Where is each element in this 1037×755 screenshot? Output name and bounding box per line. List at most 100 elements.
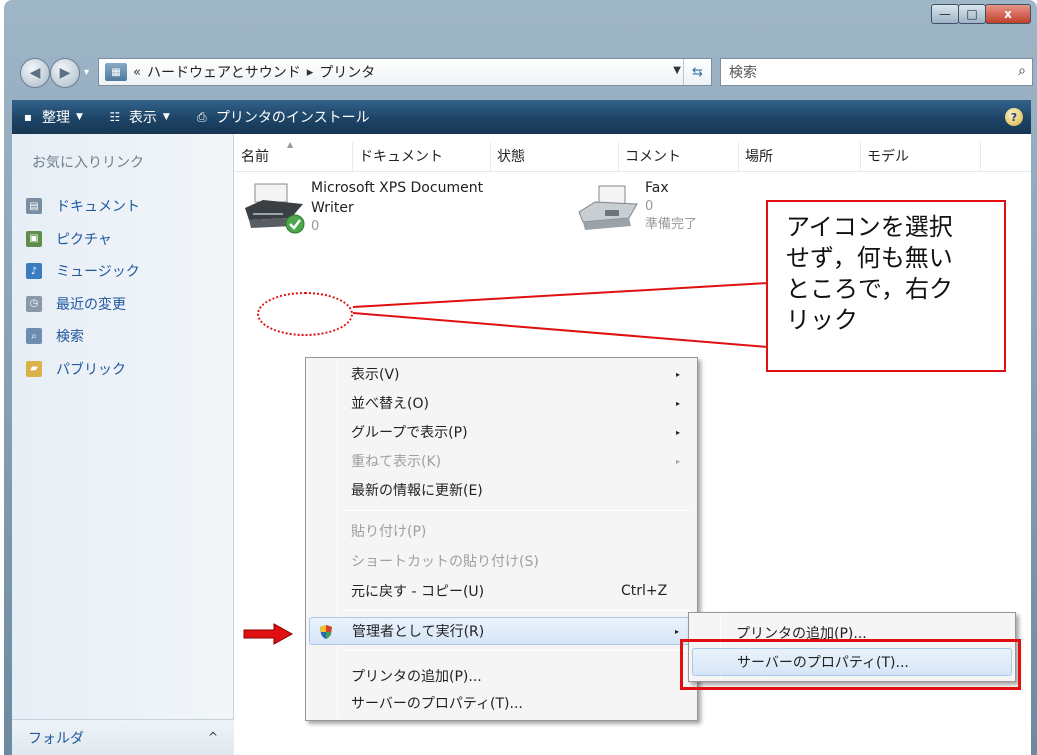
breadcrumb-overflow[interactable]: « <box>133 65 141 80</box>
refresh-button[interactable]: ⇆ <box>683 59 711 85</box>
context-menu: 表示(V) ▸ 並べ替え(O) ▸ グループで表示(P) ▸ 重ねて表示(K) … <box>305 357 698 721</box>
menu-separator <box>342 610 691 611</box>
sidebar-item-label: ドキュメント <box>56 199 140 216</box>
sidebar-item-label: 最近の変更 <box>56 296 126 313</box>
organize-button[interactable]: ▪ 整理 ▼ <box>20 107 83 127</box>
search-box[interactable]: 検索 ⌕ <box>720 58 1033 86</box>
breadcrumb-hardware-sound[interactable]: ハードウェアとサウンド <box>147 62 301 82</box>
menu-item-label: 並べ替え(O) <box>351 396 429 412</box>
column-header-label: 名前 <box>241 149 269 165</box>
menu-item-run-as-admin[interactable]: 管理者として実行(R) ▸ <box>309 617 694 645</box>
sidebar-item-music[interactable]: ♪ ミュージック <box>26 255 140 288</box>
folders-toggle[interactable]: フォルダ ^ <box>12 719 234 755</box>
callout-line-3: ところで，右ク <box>786 275 954 303</box>
menu-item-shortcut: Ctrl+Z <box>621 583 668 599</box>
submenu-arrow-icon: ▸ <box>675 398 680 408</box>
minimize-button[interactable]: — <box>931 4 959 24</box>
column-header-comment[interactable]: コメント <box>619 142 739 172</box>
organize-icon: ▪ <box>23 110 33 124</box>
instruction-callout: アイコンを選択 せず，何も無い ところで，右ク リック <box>766 200 1006 372</box>
documents-icon: ▤ <box>26 198 42 215</box>
arrow-right-icon: ▶ <box>59 65 71 81</box>
menu-item-stack[interactable]: 重ねて表示(K) ▸ <box>309 447 694 475</box>
sidebar-item-documents[interactable]: ▤ ドキュメント <box>26 190 140 223</box>
column-headers: ▲ 名前 ドキュメント 状態 コメント 場所 モデル <box>235 140 1031 172</box>
column-header-model[interactable]: モデル <box>861 142 981 172</box>
history-dropdown-icon[interactable]: ▾ <box>84 67 89 78</box>
sidebar-item-public[interactable]: ▰ パブリック <box>26 353 140 386</box>
window-controls: — □ x <box>931 4 1031 24</box>
menu-item-sort[interactable]: 並べ替え(O) ▸ <box>309 389 694 417</box>
menu-item-label: 管理者として実行(R) <box>352 624 485 640</box>
chevron-down-icon: ▼ <box>162 112 170 122</box>
printer-name-cont: Writer <box>311 200 354 216</box>
close-button[interactable]: x <box>985 4 1031 24</box>
menu-item-group[interactable]: グループで表示(P) ▸ <box>309 418 694 446</box>
menu-item-label: 重ねて表示(K) <box>351 454 442 470</box>
column-header-label: モデル <box>867 149 909 165</box>
back-button[interactable]: ◀ <box>20 58 50 88</box>
column-header-location[interactable]: 場所 <box>739 142 861 172</box>
sidebar-item-label: ミュージック <box>56 264 140 281</box>
install-printer-button[interactable]: ⎙ プリンタのインストール <box>194 107 370 127</box>
help-icon[interactable]: ? <box>1005 108 1023 126</box>
menu-item-label: グループで表示(P) <box>351 425 468 441</box>
address-dropdown-icon[interactable]: ▼ <box>673 65 681 76</box>
breadcrumb-printers[interactable]: プリンタ <box>319 62 375 82</box>
menu-item-undo-copy[interactable]: 元に戻す - コピー(U) Ctrl+Z <box>309 577 694 605</box>
callout-line-1: アイコンを選択 <box>786 213 953 241</box>
forward-button[interactable]: ▶ <box>50 58 80 88</box>
sidebar-item-label: 検索 <box>56 329 84 346</box>
favorite-links-title: お気に入りリンク <box>32 155 144 171</box>
breadcrumb-separator[interactable]: ▸ <box>307 65 314 80</box>
menu-item-view[interactable]: 表示(V) ▸ <box>309 360 694 388</box>
submenu-arrow-icon: ▸ <box>675 369 680 379</box>
folder-icon: ▰ <box>26 360 42 377</box>
printer-job-count: 0 <box>311 219 320 234</box>
folders-label: フォルダ <box>28 730 84 747</box>
address-bar[interactable]: ▦ « ハードウェアとサウンド ▸ プリンタ ▼ ⇆ <box>98 58 712 86</box>
printer-status: 準備完了 <box>645 217 698 232</box>
column-header-label: 状態 <box>497 149 525 165</box>
views-button[interactable]: ☷ 表示 ▼ <box>107 107 170 127</box>
callout-line-4: リック <box>786 306 858 334</box>
menu-separator <box>342 650 691 651</box>
empty-area-marker <box>257 292 353 336</box>
search-icon[interactable]: ⌕ <box>1018 63 1026 79</box>
sidebar-item-pictures[interactable]: ▣ ピクチャ <box>26 223 140 256</box>
printer-fax[interactable]: Fax 0 準備完了 <box>575 178 697 238</box>
submenu-arrow-icon: ▸ <box>675 427 680 437</box>
maximize-button[interactable]: □ <box>958 4 986 24</box>
column-header-label: ドキュメント <box>359 149 443 165</box>
menu-item-paste-shortcut[interactable]: ショートカットの貼り付け(S) <box>309 547 694 575</box>
sidebar-item-recent[interactable]: ◷ 最近の変更 <box>26 288 140 321</box>
navigation-row: ◀ ▶ ▾ ▦ « ハードウェアとサウンド ▸ プリンタ ▼ ⇆ 検索 ⌕ <box>4 50 1037 92</box>
arrow-left-icon: ◀ <box>29 65 41 81</box>
music-icon: ♪ <box>26 263 42 280</box>
menu-item-refresh[interactable]: 最新の情報に更新(E) <box>309 476 694 504</box>
column-header-label: コメント <box>625 149 681 165</box>
menu-item-server-properties[interactable]: サーバーのプロパティ(T)... <box>309 689 694 717</box>
menu-item-label: 元に戻す - コピー(U) <box>351 584 485 600</box>
favorite-links-list: ▤ ドキュメント ▣ ピクチャ ♪ ミュージック ◷ 最近の変更 ⌕ 検索 ▰ … <box>26 190 140 385</box>
menu-item-add-printer[interactable]: プリンタの追加(P)... <box>309 662 694 690</box>
submenu-arrow-icon: ▸ <box>674 626 679 636</box>
install-printer-label: プリンタのインストール <box>215 110 370 126</box>
column-header-name[interactable]: ▲ 名前 <box>235 140 353 172</box>
command-bar: ▪ 整理 ▼ ☷ 表示 ▼ ⎙ プリンタのインストール ? <box>12 100 1031 134</box>
pointer-arrow-icon <box>243 623 294 645</box>
column-header-documents[interactable]: ドキュメント <box>353 142 491 172</box>
menu-item-paste[interactable]: 貼り付け(P) <box>309 517 694 545</box>
target-highlight-box <box>680 639 1021 690</box>
printer-info: Fax 0 準備完了 <box>645 178 697 238</box>
uac-shield-icon <box>320 625 332 639</box>
column-header-label: 場所 <box>745 149 773 165</box>
sidebar-item-search[interactable]: ⌕ 検索 <box>26 320 140 353</box>
menu-item-label: 貼り付け(P) <box>351 524 427 540</box>
sort-indicator-icon: ▲ <box>287 140 294 149</box>
menu-item-label: 最新の情報に更新(E) <box>351 483 483 499</box>
column-header-status[interactable]: 状態 <box>491 142 619 172</box>
search-input[interactable]: 検索 <box>729 62 757 82</box>
callout-line-2: せず，何も無い <box>786 244 953 272</box>
printer-xps-writer[interactable]: Microsoft XPS Document Writer 0 <box>241 178 483 238</box>
